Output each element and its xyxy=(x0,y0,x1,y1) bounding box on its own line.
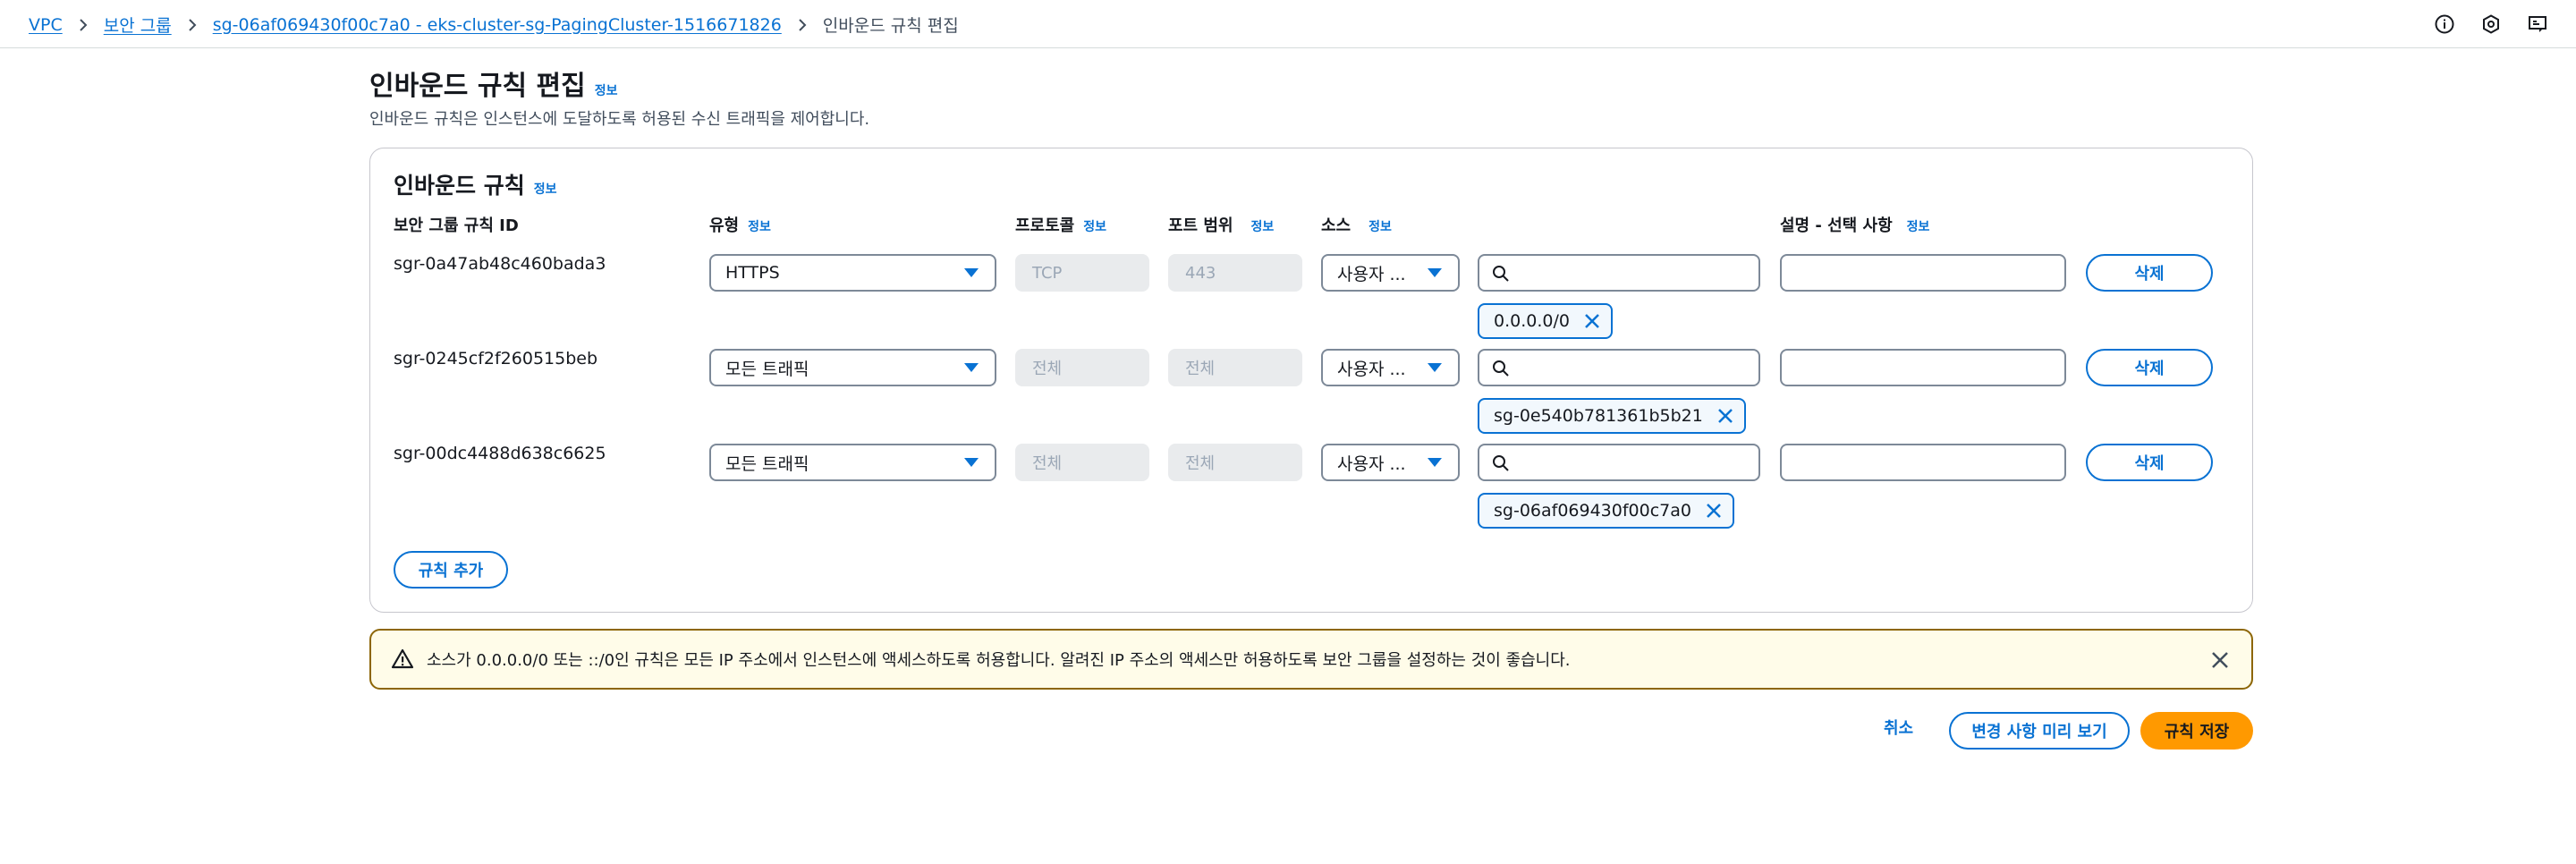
feedback-icon[interactable] xyxy=(2526,13,2549,36)
page-info-link[interactable]: 정보 xyxy=(595,81,618,99)
page-description: 인바운드 규칙은 인스턴스에 도달하도록 허용된 수신 트래픽을 제어합니다. xyxy=(369,110,870,129)
page-title: 인바운드 규칙 편집 정보 xyxy=(369,64,617,103)
preview-changes-button[interactable]: 변경 사항 미리 보기 xyxy=(1949,712,2130,750)
source-token: sg-06af069430f00c7a0 xyxy=(1478,493,1734,529)
panel-title-text: 인바운드 규칙 xyxy=(394,173,525,199)
type-info-link[interactable]: 정보 xyxy=(748,217,771,235)
cancel-button[interactable]: 취소 xyxy=(1884,716,1913,739)
panel-title: 인바운드 규칙 정보 xyxy=(394,168,556,200)
chevron-right-icon xyxy=(77,18,89,31)
column-header-protocol-label: 프로토콜 xyxy=(1015,216,1075,235)
breadcrumb-security-group[interactable]: sg-06af069430f00c7a0 - eks-cluster-sg-Pa… xyxy=(213,15,782,35)
source-type-value: 사용자 ... xyxy=(1337,264,1406,284)
shield-settings-icon[interactable] xyxy=(2479,13,2503,36)
caret-down-icon xyxy=(964,363,979,372)
panel-info-link[interactable]: 정보 xyxy=(534,180,557,198)
type-select-value: 모든 트래픽 xyxy=(725,453,809,474)
caret-down-icon xyxy=(1428,268,1442,277)
chevron-right-icon xyxy=(186,18,199,31)
source-info-link[interactable]: 정보 xyxy=(1368,217,1392,235)
column-header-type-label: 유형 xyxy=(709,216,740,235)
top-navigation-bar: VPC 보안 그룹 sg-06af069430f00c7a0 - eks-clu… xyxy=(0,0,2576,48)
description-input[interactable] xyxy=(1780,349,2066,386)
caret-down-icon xyxy=(964,458,979,467)
close-icon[interactable] xyxy=(1716,406,1735,426)
breadcrumb-current: 인바운드 규칙 편집 xyxy=(822,16,959,36)
delete-button[interactable]: 삭제 xyxy=(2086,254,2213,292)
source-token: sg-0e540b781361b5b21 xyxy=(1478,398,1746,434)
rule-id: sgr-0a47ab48c460bada3 xyxy=(394,254,606,274)
protocol-field: 전체 xyxy=(1015,349,1149,386)
search-icon xyxy=(1492,265,1510,283)
breadcrumb-vpc[interactable]: VPC xyxy=(29,15,63,35)
column-header-rule-id: 보안 그룹 규칙 ID xyxy=(394,213,519,236)
search-icon xyxy=(1492,454,1510,472)
protocol-field: TCP xyxy=(1015,254,1149,292)
column-header-port-range: 포트 범위 정보 xyxy=(1168,213,1274,236)
source-search-input[interactable] xyxy=(1478,254,1760,292)
header-tools xyxy=(2433,13,2549,36)
close-icon[interactable] xyxy=(2208,648,2232,672)
rule-id: sgr-0245cf2f260515beb xyxy=(394,349,598,368)
save-rules-button[interactable]: 규칙 저장 xyxy=(2140,712,2253,750)
column-header-description: 설명 - 선택 사항 정보 xyxy=(1780,213,1929,236)
source-type-value: 사용자 ... xyxy=(1337,359,1406,379)
type-select[interactable]: 모든 트래픽 xyxy=(709,444,996,481)
breadcrumb-security-groups[interactable]: 보안 그룹 xyxy=(104,13,172,37)
description-input[interactable] xyxy=(1780,254,2066,292)
page-title-text: 인바운드 규칙 편집 xyxy=(369,71,586,102)
source-type-value: 사용자 ... xyxy=(1337,453,1406,474)
column-header-protocol: 프로토콜 정보 xyxy=(1015,213,1106,236)
add-rule-button[interactable]: 규칙 추가 xyxy=(394,551,508,589)
warning-alert: 소스가 0.0.0.0/0 또는 ::/0인 규칙은 모든 IP 주소에서 인스… xyxy=(369,629,2253,690)
info-circle-icon[interactable] xyxy=(2433,13,2456,36)
search-icon xyxy=(1492,360,1510,377)
column-header-port-range-label: 포트 범위 xyxy=(1168,216,1233,235)
caret-down-icon xyxy=(1428,458,1442,467)
description-info-link[interactable]: 정보 xyxy=(1907,217,1930,235)
breadcrumb: VPC 보안 그룹 sg-06af069430f00c7a0 - eks-clu… xyxy=(29,13,959,37)
caret-down-icon xyxy=(1428,363,1442,372)
port-range-field: 443 xyxy=(1168,254,1302,292)
type-select[interactable]: 모든 트래픽 xyxy=(709,349,996,386)
source-token-label: sg-0e540b781361b5b21 xyxy=(1494,406,1703,426)
port-range-info-link[interactable]: 정보 xyxy=(1251,217,1275,235)
source-type-select[interactable]: 사용자 ... xyxy=(1321,349,1460,386)
warning-text: 소스가 0.0.0.0/0 또는 ::/0인 규칙은 모든 IP 주소에서 인스… xyxy=(427,651,1571,670)
column-header-source-label: 소스 xyxy=(1321,216,1352,235)
delete-button[interactable]: 삭제 xyxy=(2086,349,2213,386)
port-range-field: 전체 xyxy=(1168,444,1302,481)
column-header-rule-id-label: 보안 그룹 규칙 ID xyxy=(394,216,519,235)
protocol-info-link[interactable]: 정보 xyxy=(1083,217,1106,235)
source-token: 0.0.0.0/0 xyxy=(1478,303,1613,339)
close-icon[interactable] xyxy=(1582,311,1602,331)
protocol-field: 전체 xyxy=(1015,444,1149,481)
source-token-label: sg-06af069430f00c7a0 xyxy=(1494,501,1691,521)
inbound-rules-panel: 인바운드 규칙 정보 보안 그룹 규칙 ID 유형 정보 프로토콜 정보 포트 … xyxy=(369,148,2253,613)
source-type-select[interactable]: 사용자 ... xyxy=(1321,444,1460,481)
source-type-select[interactable]: 사용자 ... xyxy=(1321,254,1460,292)
port-range-field: 전체 xyxy=(1168,349,1302,386)
type-select-value: HTTPS xyxy=(725,263,780,283)
source-search-input[interactable] xyxy=(1478,349,1760,386)
description-input[interactable] xyxy=(1780,444,2066,481)
source-token-label: 0.0.0.0/0 xyxy=(1494,311,1570,331)
warning-icon xyxy=(391,648,414,671)
type-select-value: 모든 트래픽 xyxy=(725,359,809,379)
column-header-source: 소스 정보 xyxy=(1321,213,1392,236)
source-search-input[interactable] xyxy=(1478,444,1760,481)
caret-down-icon xyxy=(964,268,979,277)
delete-button[interactable]: 삭제 xyxy=(2086,444,2213,481)
rule-id: sgr-00dc4488d638c6625 xyxy=(394,444,606,463)
column-header-type: 유형 정보 xyxy=(709,213,771,236)
type-select[interactable]: HTTPS xyxy=(709,254,996,292)
chevron-right-icon xyxy=(796,18,809,31)
close-icon[interactable] xyxy=(1704,501,1724,521)
column-header-description-label: 설명 - 선택 사항 xyxy=(1780,216,1893,235)
